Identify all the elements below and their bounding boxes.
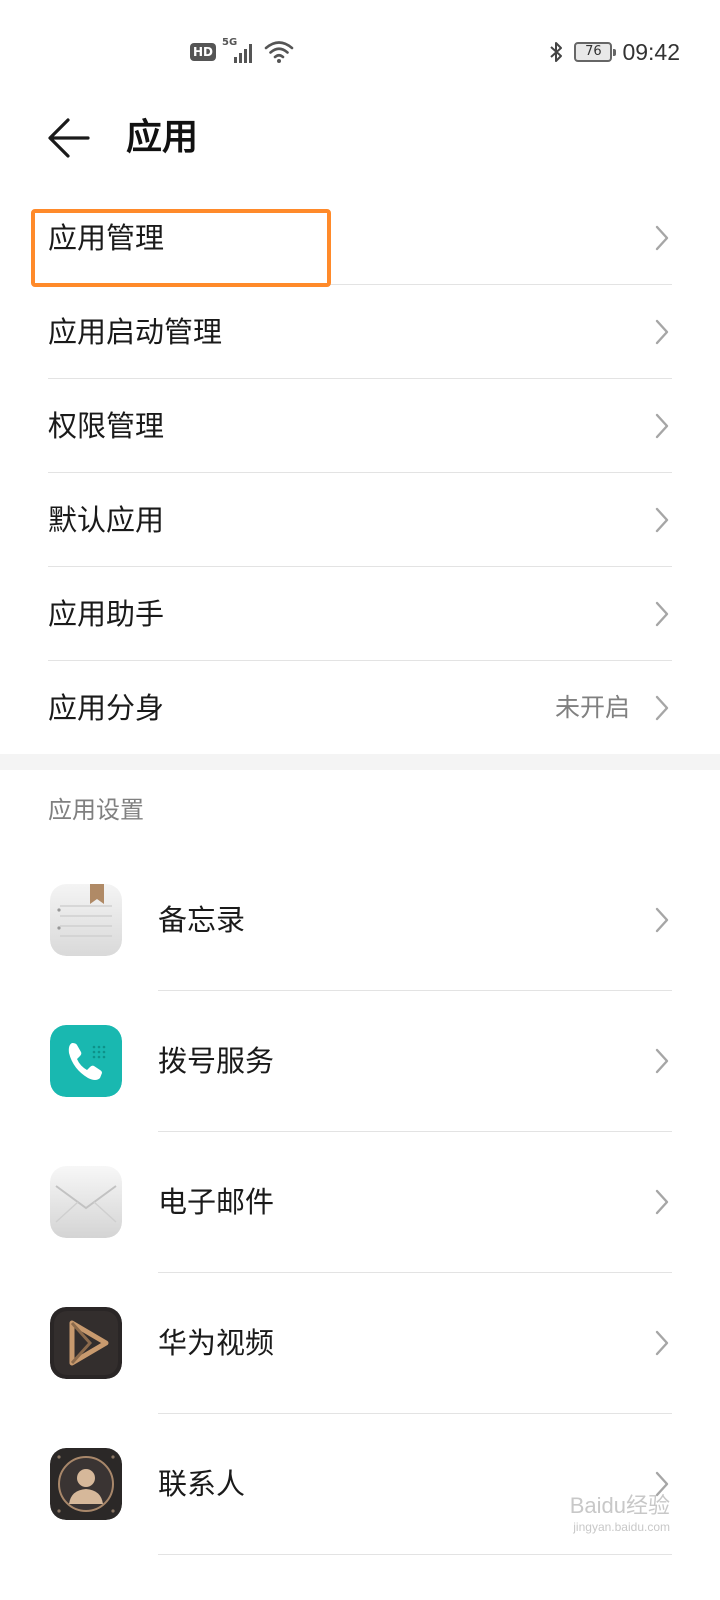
menu-item-app-management[interactable]: 应用管理 [0, 191, 720, 285]
status-time: 09:42 [622, 38, 680, 65]
app-item-label: 华为视频 [158, 1326, 275, 1360]
chevron-right-icon [655, 1330, 669, 1356]
menu-item-label: 应用管理 [48, 221, 165, 255]
menu-item-label: 应用启动管理 [48, 315, 223, 349]
section-gap [0, 754, 720, 770]
chevron-right-icon [655, 225, 669, 251]
menu-item-permission-management[interactable]: 权限管理 [0, 379, 720, 473]
chevron-right-icon [655, 601, 669, 627]
page-header: 应用 [0, 100, 720, 180]
chevron-right-icon [655, 413, 669, 439]
status-bar-right: 76 09:42 [548, 38, 680, 66]
watermark-sub: jingyan.baidu.com [573, 1520, 670, 1534]
app-item-label: 联系人 [158, 1467, 246, 1501]
signal-5g-icon: 5G [222, 37, 258, 65]
chevron-right-icon [655, 695, 669, 721]
chevron-right-icon [655, 319, 669, 345]
menu-item-app-twin[interactable]: 应用分身 未开启 [0, 661, 720, 755]
notepad-icon [50, 884, 122, 956]
app-item-label: 电子邮件 [158, 1185, 275, 1219]
baidu-watermark: Baidu经验 jingyan.baidu.com [570, 1492, 670, 1534]
app-item-email[interactable]: 电子邮件 [0, 1132, 720, 1273]
app-item-phone[interactable]: 拨号服务 [0, 991, 720, 1132]
app-settings-page: HD 5G 76 09:42 应用 应用管理 应用启动管理 权限管理 默认应用 … [0, 0, 720, 1600]
chevron-right-icon [655, 907, 669, 933]
section-title-app-settings: 应用设置 [48, 796, 144, 824]
video-icon [50, 1307, 122, 1379]
wifi-icon [264, 41, 294, 63]
menu-item-label: 默认应用 [48, 503, 165, 537]
menu-item-default-apps[interactable]: 默认应用 [0, 473, 720, 567]
app-item-huawei-video[interactable]: 华为视频 [0, 1273, 720, 1414]
status-bar-left: HD 5G [190, 37, 294, 66]
page-title: 应用 [126, 117, 199, 158]
app-item-label: 备忘录 [158, 903, 246, 937]
menu-item-app-assistant[interactable]: 应用助手 [0, 567, 720, 661]
app-item-notepad[interactable]: 备忘录 [0, 850, 720, 991]
hd-icon: HD [190, 43, 217, 61]
phone-icon [50, 1025, 122, 1097]
chevron-right-icon [655, 1189, 669, 1215]
battery-icon: 76 [574, 42, 617, 62]
menu-item-startup-management[interactable]: 应用启动管理 [0, 285, 720, 379]
app-twin-status: 未开启 [554, 693, 630, 722]
contacts-icon [50, 1448, 122, 1520]
menu-item-label: 权限管理 [48, 409, 165, 443]
chevron-right-icon [655, 507, 669, 533]
bluetooth-icon [550, 42, 563, 62]
chevron-right-icon [655, 1048, 669, 1074]
divider [158, 1554, 672, 1555]
status-bar: HD 5G 76 09:42 [0, 0, 720, 100]
watermark-main: Baidu经验 [569, 1493, 670, 1518]
back-button[interactable] [44, 112, 96, 164]
app-item-label: 拨号服务 [158, 1044, 275, 1078]
menu-item-label: 应用分身 [48, 691, 165, 725]
menu-item-label: 应用助手 [48, 597, 165, 631]
back-arrow-icon [48, 118, 90, 158]
email-icon [50, 1166, 122, 1238]
